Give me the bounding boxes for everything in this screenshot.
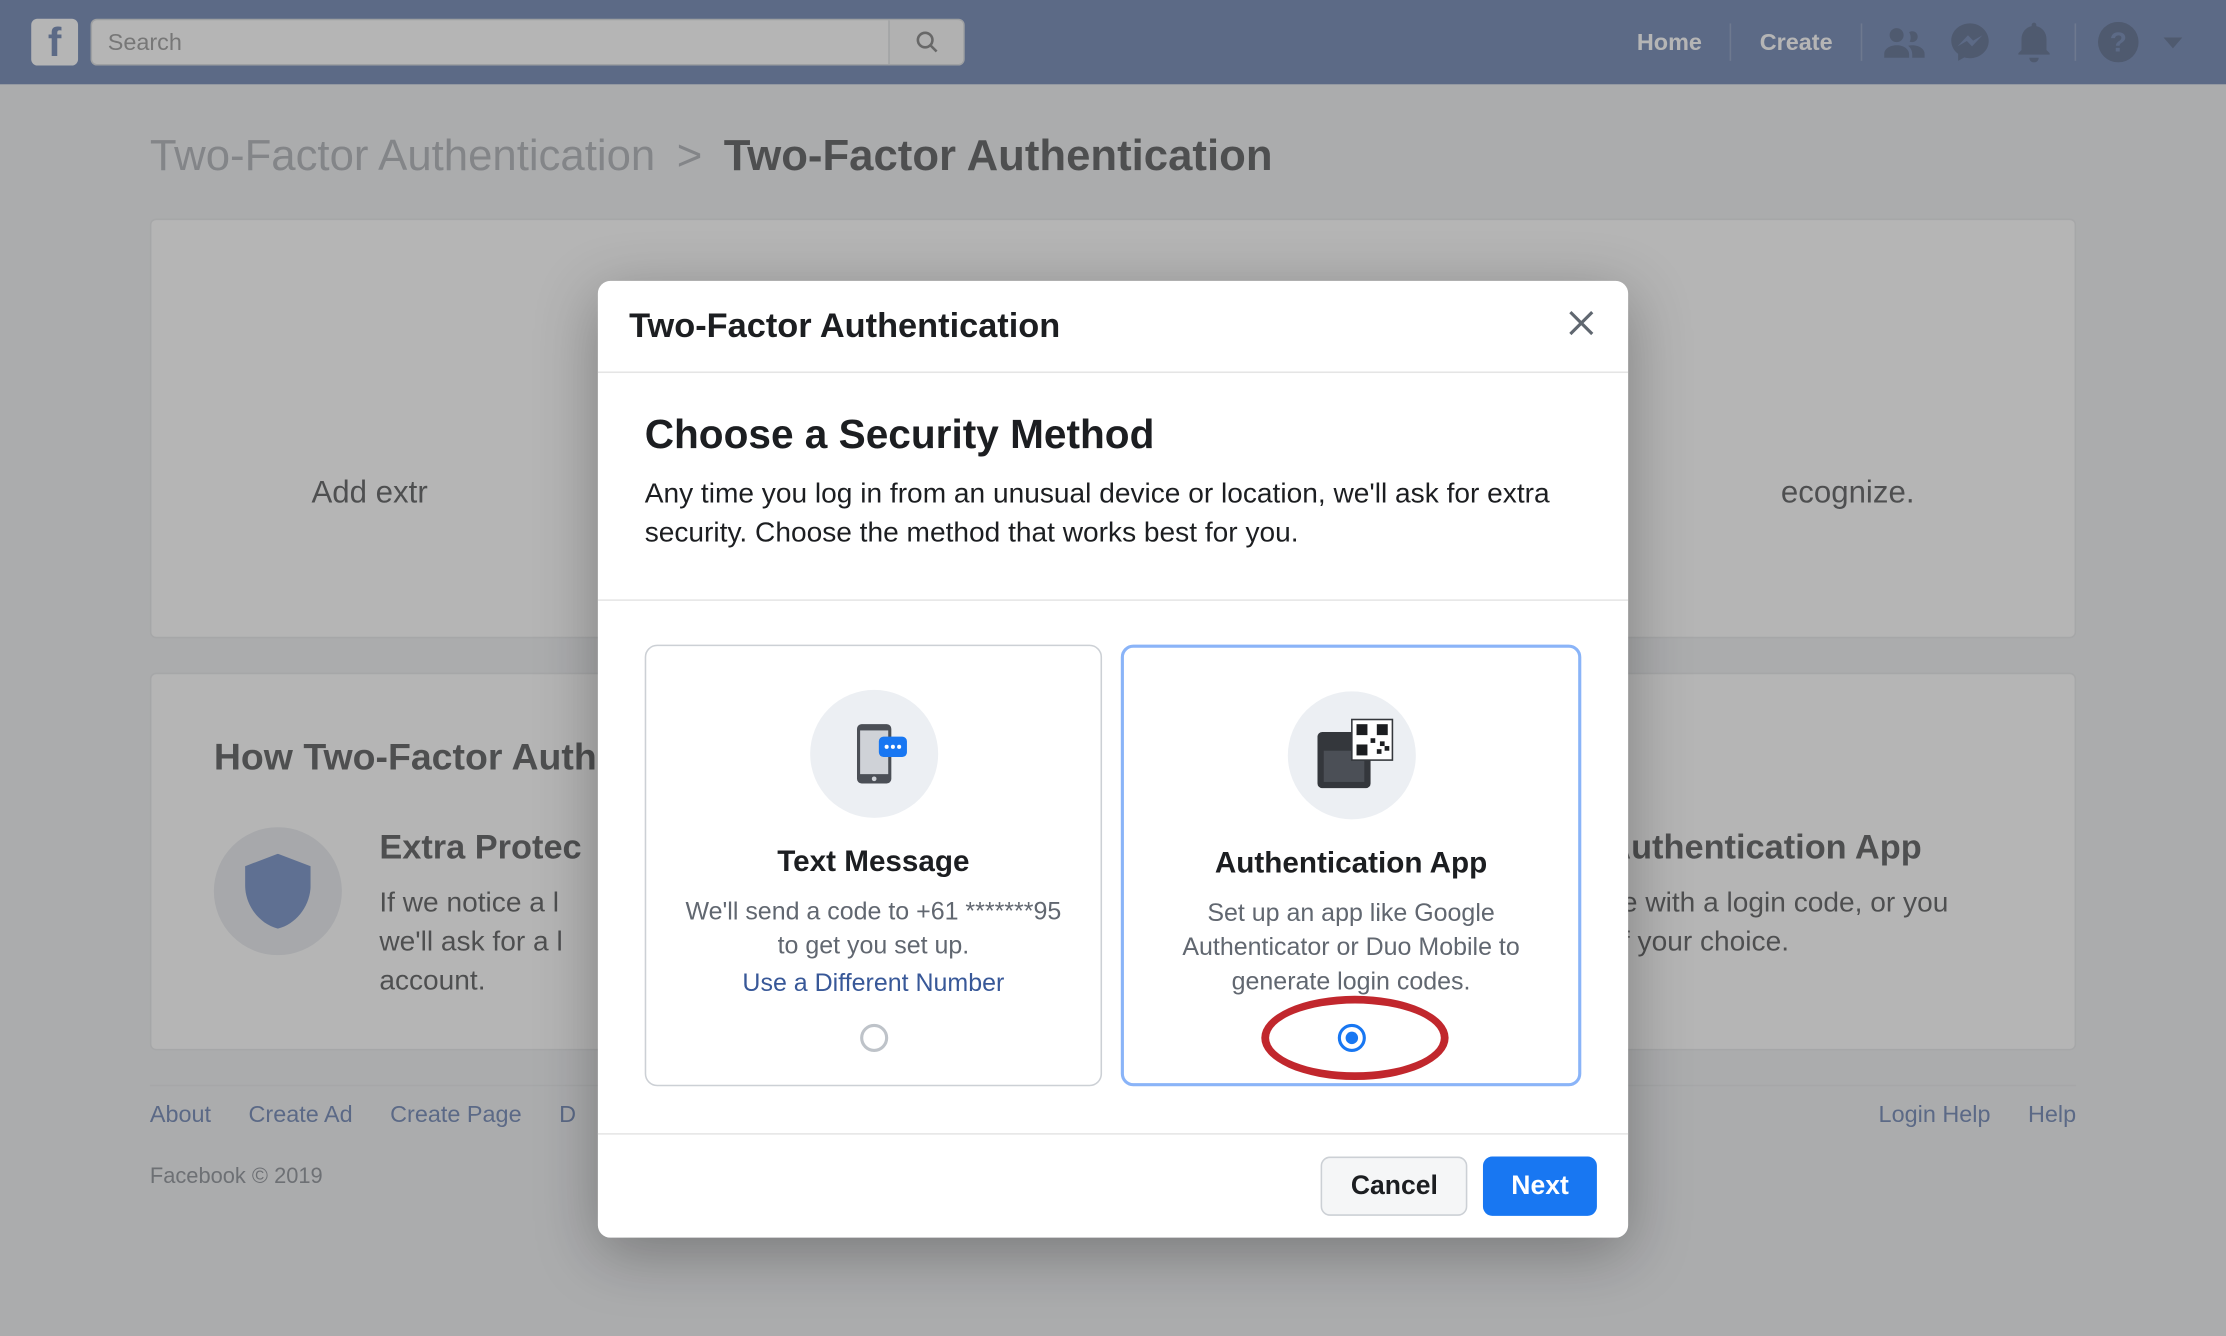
modal-overlay: Two-Factor Authentication Choose a Secur…	[0, 0, 2226, 1336]
cancel-button[interactable]: Cancel	[1321, 1157, 1467, 1216]
method-text-message[interactable]: Text Message We'll send a code to +61 **…	[645, 645, 1102, 1086]
security-methods: Text Message We'll send a code to +61 **…	[598, 601, 1628, 1133]
modal-body: Choose a Security Method Any time you lo…	[598, 373, 1628, 600]
modal-header: Two-Factor Authentication	[598, 281, 1628, 373]
modal-description: Any time you log in from an unusual devi…	[645, 474, 1582, 553]
method-desc: We'll send a code to +61 *******95 to ge…	[674, 896, 1072, 963]
modal-heading: Choose a Security Method	[645, 410, 1582, 458]
qr-app-icon	[1287, 692, 1415, 820]
next-button[interactable]: Next	[1483, 1157, 1597, 1216]
modal-footer: Cancel Next	[598, 1133, 1628, 1238]
close-icon	[1566, 307, 1597, 338]
close-button[interactable]	[1566, 307, 1597, 346]
method-title: Authentication App	[1152, 848, 1550, 882]
use-different-number-link[interactable]: Use a Different Number	[674, 970, 1072, 998]
method-desc: Set up an app like Google Authenticator …	[1152, 898, 1550, 999]
method-radio-app[interactable]	[1337, 1024, 1365, 1052]
modal-title: Two-Factor Authentication	[629, 306, 1566, 347]
method-auth-app[interactable]: Authentication App Set up an app like Go…	[1121, 645, 1581, 1086]
phone-sms-icon	[809, 690, 937, 818]
method-title: Text Message	[674, 847, 1072, 881]
two-factor-modal: Two-Factor Authentication Choose a Secur…	[598, 281, 1628, 1238]
method-radio-text[interactable]	[859, 1023, 887, 1051]
